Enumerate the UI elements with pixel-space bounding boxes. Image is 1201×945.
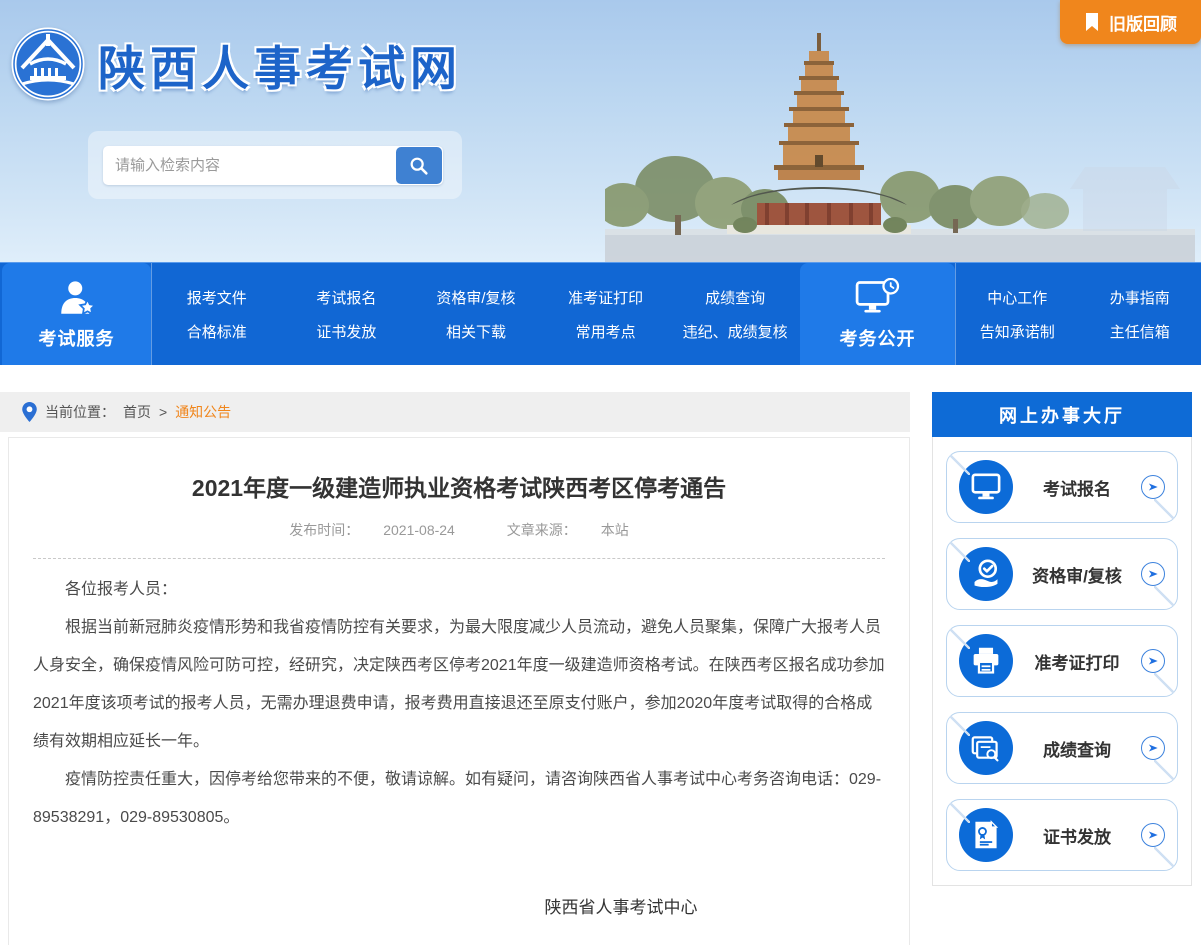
sidebar-item-label: 考试报名 [1013, 475, 1141, 500]
old-version-button[interactable]: 旧版回顾 [1060, 0, 1201, 44]
nav-col-registration: 考试报名 证书发放 [282, 287, 412, 342]
nav-item-notification-commitment[interactable]: 告知承诺制 [980, 321, 1055, 342]
paragraph-main: 根据当前新冠肺炎疫情形势和我省疫情防控有关要求，为最大限度减少人员流动，避免人员… [33, 609, 885, 761]
search-box [103, 146, 443, 185]
nav-left-groups: 报考文件 合格标准 考试报名 证书发放 资格审/复核 相关下载 准考证打印 常用… [151, 263, 800, 365]
dashed-divider [33, 558, 885, 559]
nav-item-exam-documents[interactable]: 报考文件 [187, 287, 247, 308]
nav-col-ticket: 准考证打印 常用考点 [541, 287, 671, 342]
publish-time: 发布时间：2021-08-24 [277, 522, 467, 538]
paragraph-greeting: 各位报考人员： [33, 571, 885, 609]
article-source: 文章来源：本站 [495, 522, 641, 538]
signature: 陕西省人事考试中心 [471, 893, 771, 918]
article-column: 当前位置： 首页 > 通知公告 2021年度一级建造师执业资格考试陕西考区停考通… [0, 392, 910, 945]
nav-exam-service-label: 考试服务 [39, 325, 115, 351]
arrow-circle-icon [1141, 736, 1165, 760]
article-body: 各位报考人员： 根据当前新冠肺炎疫情形势和我省疫情防控有关要求，为最大限度减少人… [33, 571, 885, 837]
signature-block: 陕西省人事考试中心 2021年8月24日 [471, 893, 771, 945]
site-header: 陕西人事考试网 旧版回顾 [0, 0, 1201, 262]
sidebar-item-exam-registration[interactable]: 考试报名 [946, 451, 1178, 523]
sidebar-item-label: 资格审/复核 [1013, 562, 1141, 587]
bookmark-icon [1084, 13, 1100, 31]
monitor-icon [959, 460, 1013, 514]
breadcrumb-separator: > [159, 404, 167, 420]
sidebar-item-label: 成绩查询 [1013, 736, 1141, 761]
nav-col-documents: 报考文件 合格标准 [152, 287, 282, 342]
nav-item-exam-registration[interactable]: 考试报名 [316, 287, 376, 308]
sidebar-item-label: 准考证打印 [1013, 649, 1141, 674]
nav-col-guide: 办事指南 主任信箱 [1079, 287, 1201, 342]
search-input[interactable] [103, 157, 396, 174]
old-version-label: 旧版回顾 [1109, 10, 1177, 35]
nav-col-score: 成绩查询 违纪、成绩复核 [670, 287, 800, 342]
paragraph-contact: 疫情防控责任重大，因停考给您带来的不便，敬请谅解。如有疑问，请咨询陕西省人事考试… [33, 761, 885, 837]
article-meta: 发布时间：2021-08-24 文章来源：本站 [33, 520, 885, 540]
page: 陕西人事考试网 旧版回顾 [0, 0, 1201, 945]
search-panel [88, 131, 462, 199]
pagoda-photo [605, 17, 1195, 262]
arrow-circle-icon [1141, 562, 1165, 586]
nav-item-qualification-review[interactable]: 资格审/复核 [436, 287, 515, 308]
arrow-circle-icon [1141, 649, 1165, 673]
nav-item-common-test-sites[interactable]: 常用考点 [576, 321, 636, 342]
sidebar-item-label: 证书发放 [1013, 823, 1141, 848]
search-icon [408, 155, 430, 177]
main-nav: 考试服务 报考文件 合格标准 考试报名 证书发放 资格审/复核 相关下载 准考证… [0, 262, 1201, 365]
nav-col-review: 资格审/复核 相关下载 [411, 287, 541, 342]
arrow-circle-icon [1141, 823, 1165, 847]
score-search-icon [959, 721, 1013, 775]
nav-right-groups: 中心工作 告知承诺制 办事指南 主任信箱 [955, 263, 1201, 365]
nav-item-center-work[interactable]: 中心工作 [987, 287, 1047, 308]
monitor-clock-icon [855, 278, 901, 318]
printer-icon [959, 634, 1013, 688]
search-button[interactable] [396, 147, 442, 184]
sidebar: 网上办事大厅 考试报名 [932, 392, 1192, 886]
article-title: 2021年度一级建造师执业资格考试陕西考区停考通告 [63, 472, 855, 504]
nav-item-downloads[interactable]: 相关下载 [446, 321, 506, 342]
nav-exam-affairs-label: 考务公开 [840, 325, 916, 351]
sidebar-item-score-inquiry[interactable]: 成绩查询 [946, 712, 1178, 784]
nav-item-score-inquiry[interactable]: 成绩查询 [705, 287, 765, 308]
arrow-circle-icon [1141, 475, 1165, 499]
nav-col-center-work: 中心工作 告知承诺制 [956, 287, 1079, 342]
location-pin-icon [22, 402, 37, 422]
nav-item-admission-ticket-print[interactable]: 准考证打印 [568, 287, 643, 308]
site-title: 陕西人事考试网 [98, 30, 462, 99]
breadcrumb: 当前位置： 首页 > 通知公告 [0, 392, 910, 432]
hand-check-icon [959, 547, 1013, 601]
nav-item-director-mailbox[interactable]: 主任信箱 [1110, 321, 1170, 342]
article: 2021年度一级建造师执业资格考试陕西考区停考通告 发布时间：2021-08-2… [8, 437, 910, 945]
breadcrumb-home-link[interactable]: 首页 [123, 402, 151, 422]
sidebar-item-admission-ticket-print[interactable]: 准考证打印 [946, 625, 1178, 697]
breadcrumb-current-link[interactable]: 通知公告 [175, 402, 231, 422]
nav-item-service-guide[interactable]: 办事指南 [1110, 287, 1170, 308]
sidebar-item-qualification-review[interactable]: 资格审/复核 [946, 538, 1178, 610]
content-area: 当前位置： 首页 > 通知公告 2021年度一级建造师执业资格考试陕西考区停考通… [0, 365, 1201, 945]
nav-exam-affairs[interactable]: 考务公开 [800, 263, 955, 365]
nav-item-violation-score-review[interactable]: 违纪、成绩复核 [683, 321, 788, 342]
sidebar-service-list: 考试报名 资格审/复核 [932, 437, 1192, 886]
sidebar-title: 网上办事大厅 [932, 392, 1192, 437]
nav-exam-service[interactable]: 考试服务 [2, 263, 151, 365]
sidebar-item-certificate-issue[interactable]: 证书发放 [946, 799, 1178, 871]
user-star-icon [56, 278, 98, 318]
breadcrumb-label: 当前位置： [45, 402, 115, 422]
nav-item-certificate-issue[interactable]: 证书发放 [316, 321, 376, 342]
nav-item-pass-standard[interactable]: 合格标准 [187, 321, 247, 342]
brand: 陕西人事考试网 [10, 26, 462, 102]
certificate-icon [959, 808, 1013, 862]
site-logo-icon [10, 26, 86, 102]
